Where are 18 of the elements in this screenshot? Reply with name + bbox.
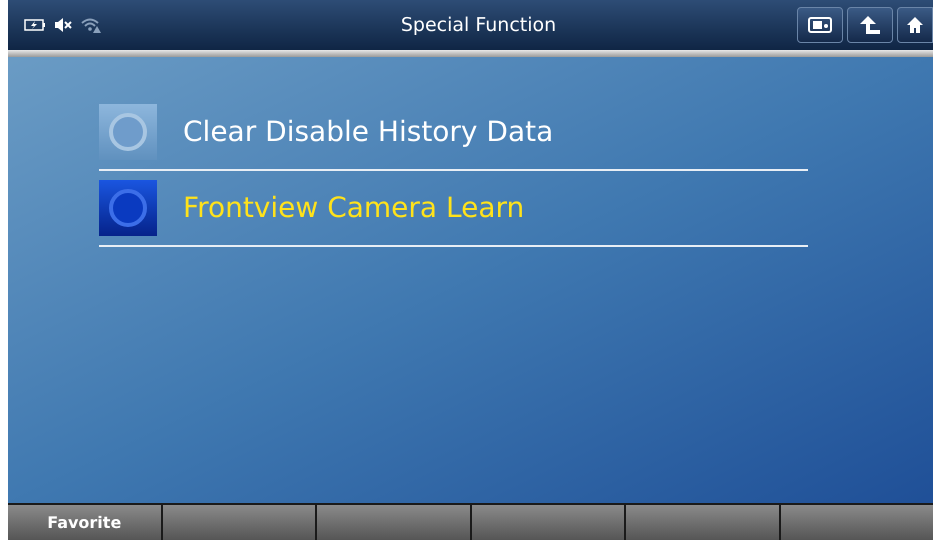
function-key[interactable] [162, 505, 315, 540]
home-button[interactable] [897, 7, 933, 43]
speaker-muted-icon [54, 18, 72, 32]
menu-item[interactable]: Clear Disable History Data [99, 95, 808, 171]
battery-icon [24, 19, 46, 31]
function-key[interactable] [317, 505, 470, 540]
camera-icon [808, 17, 832, 33]
screen-title: Special Function [400, 12, 558, 38]
function-key[interactable] [780, 505, 933, 540]
screenshot-button[interactable] [797, 7, 843, 43]
wifi-warning-icon [80, 17, 102, 33]
menu-item[interactable]: Frontview Camera Learn [99, 171, 808, 247]
function-key[interactable] [472, 505, 624, 540]
home-icon [906, 16, 924, 34]
up-arrow-icon [860, 16, 880, 34]
function-key[interactable] [626, 505, 778, 540]
back-button[interactable] [847, 7, 893, 43]
function-key[interactable]: Favorite [8, 505, 160, 540]
